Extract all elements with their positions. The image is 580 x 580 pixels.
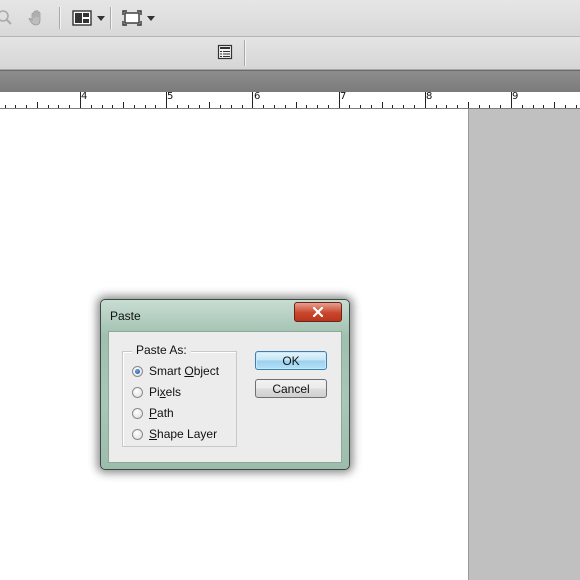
hand-icon[interactable]	[27, 8, 47, 28]
options-bar	[0, 0, 580, 37]
option-label: Path	[149, 406, 174, 420]
dialog-body: Paste As: Smart Object Pixels Path Shape…	[108, 331, 342, 463]
option-label: Smart Object	[149, 364, 220, 378]
arrange-documents-icon[interactable]	[71, 8, 93, 28]
option-shape-layer[interactable]: Shape Layer	[132, 427, 217, 441]
paste-as-label: Paste As:	[132, 343, 191, 357]
cancel-button[interactable]: Cancel	[255, 379, 327, 398]
close-button[interactable]	[294, 302, 342, 322]
horizontal-ruler: 4 5 6 7 8 9	[0, 92, 580, 109]
ruler-label: 5	[167, 91, 174, 102]
document-tab-bar	[0, 70, 580, 93]
paste-dialog: Paste Paste As: Smart Object Pixels Path…	[100, 299, 350, 470]
paste-as-group: Paste As: Smart Object Pixels Path Shape…	[122, 343, 237, 447]
secondary-toolbar	[0, 37, 580, 70]
screen-mode-icon[interactable]	[121, 8, 143, 28]
option-label: Pixels	[149, 385, 182, 399]
ruler-label: 4	[81, 91, 88, 102]
dialog-title: Paste	[110, 309, 141, 323]
close-icon	[312, 307, 324, 317]
panel-menu-icon[interactable]	[216, 43, 234, 61]
radio-unchecked-icon[interactable]	[132, 407, 143, 419]
toolbar-separator	[110, 7, 111, 29]
ok-button[interactable]: OK	[255, 351, 327, 370]
option-path[interactable]: Path	[132, 406, 174, 420]
ruler-label: 6	[254, 91, 261, 102]
radio-unchecked-icon[interactable]	[132, 428, 143, 440]
radio-checked-icon[interactable]	[132, 365, 143, 377]
option-smart-object[interactable]: Smart Object	[132, 364, 219, 378]
option-label: Shape Layer	[149, 427, 218, 441]
ruler-label: 9	[512, 91, 519, 102]
toolbar-separator	[59, 7, 60, 29]
toolbar-separator	[244, 40, 245, 66]
zoom-icon[interactable]	[0, 8, 16, 28]
chevron-down-icon[interactable]	[147, 16, 155, 21]
chevron-down-icon[interactable]	[97, 16, 105, 21]
radio-unchecked-icon[interactable]	[132, 386, 143, 398]
ruler-label: 7	[340, 91, 347, 102]
ruler-label: 8	[426, 91, 433, 102]
option-pixels[interactable]: Pixels	[132, 385, 181, 399]
